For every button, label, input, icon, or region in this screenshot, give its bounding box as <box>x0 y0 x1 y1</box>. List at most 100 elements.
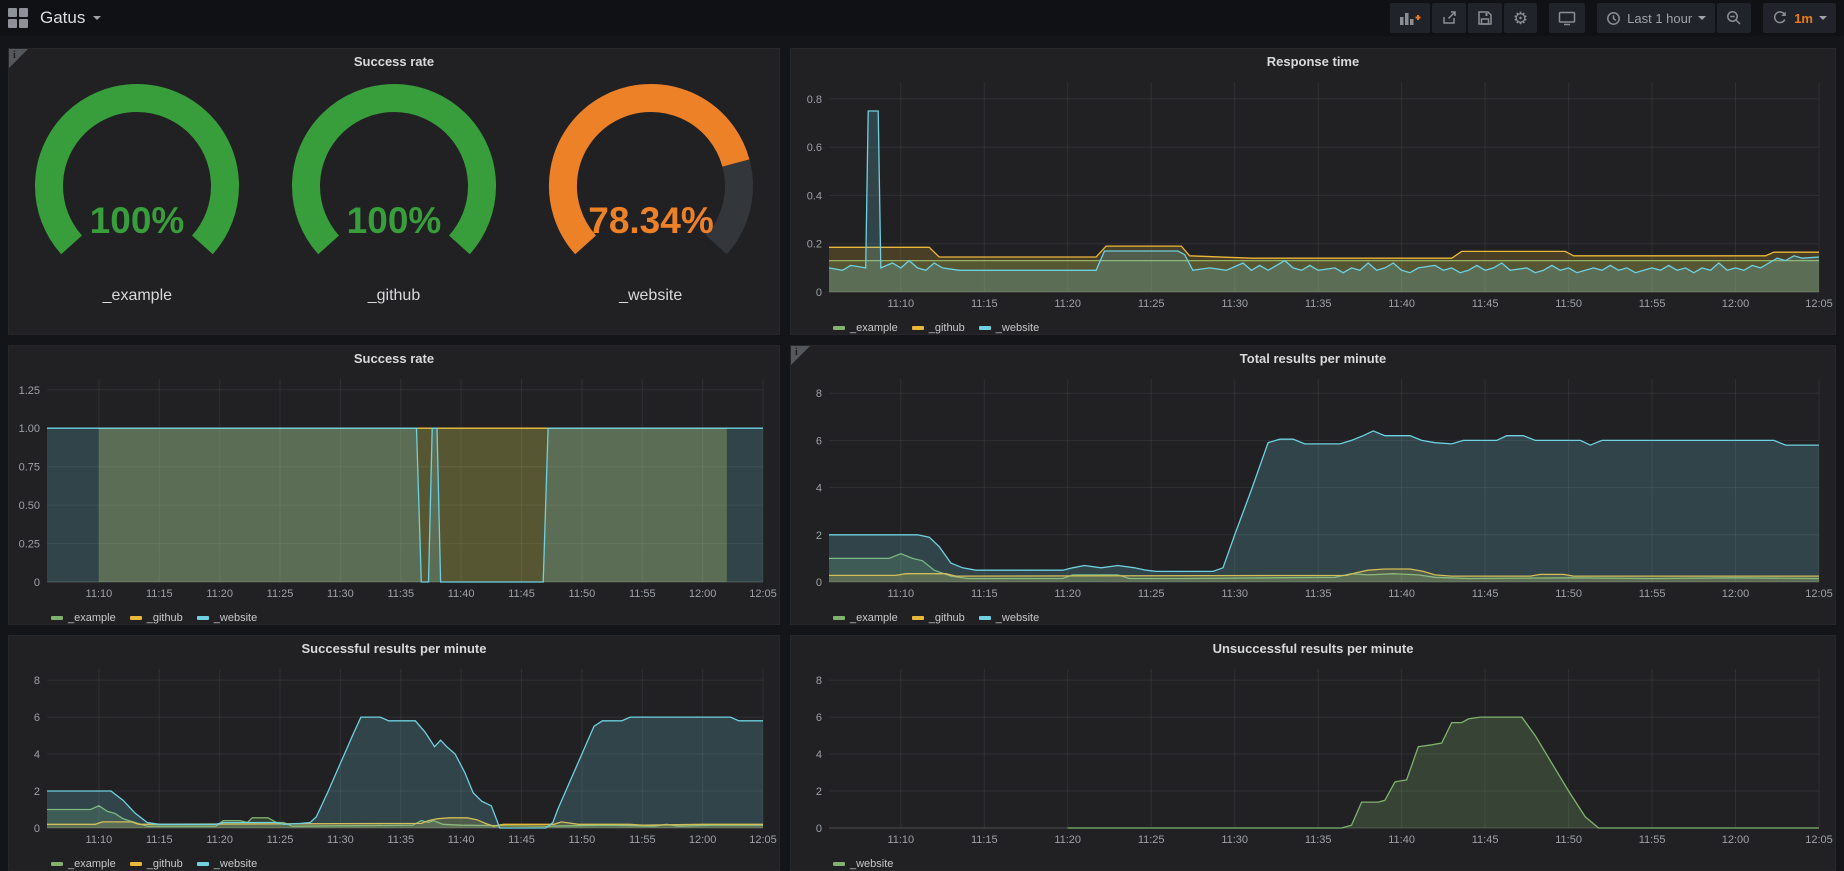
add-panel-icon <box>1399 10 1421 26</box>
legend-item[interactable]: _website <box>979 322 1039 334</box>
legend-item[interactable]: _github <box>130 858 183 870</box>
save-button[interactable] <box>1468 3 1502 33</box>
svg-text:4: 4 <box>816 749 822 761</box>
svg-text:0.50: 0.50 <box>19 500 40 512</box>
legend-item[interactable]: _example <box>51 858 116 870</box>
refresh-icon <box>1772 10 1788 26</box>
legend-item[interactable]: _website <box>197 858 257 870</box>
chart-legend: _example _github _website <box>791 607 1835 625</box>
zoom-out-icon <box>1726 10 1742 26</box>
svg-text:6: 6 <box>34 712 40 724</box>
save-icon <box>1477 10 1493 26</box>
settings-button[interactable]: ⚙ <box>1504 3 1537 33</box>
panel-title[interactable]: Total results per minute <box>791 346 1835 370</box>
gauge-arc: 100% <box>12 81 262 283</box>
gear-icon: ⚙ <box>1513 10 1528 27</box>
svg-text:8: 8 <box>816 388 822 400</box>
legend-item[interactable]: _github <box>912 612 965 624</box>
dashboard-title-dropdown[interactable]: Gatus <box>40 8 101 28</box>
svg-text:11:35: 11:35 <box>1305 298 1332 310</box>
svg-text:11:20: 11:20 <box>206 588 233 600</box>
svg-text:11:40: 11:40 <box>1388 588 1415 600</box>
legend-item[interactable]: _example <box>833 612 898 624</box>
clock-icon <box>1606 11 1621 26</box>
legend-marker <box>912 326 924 330</box>
svg-text:1.25: 1.25 <box>19 385 40 397</box>
panel-title[interactable]: Successful results per minute <box>9 636 779 660</box>
chart-legend: _example _github _website <box>9 607 779 625</box>
chart-legend: _example _github _website <box>9 853 779 871</box>
svg-text:11:20: 11:20 <box>1054 588 1081 600</box>
svg-text:2: 2 <box>816 530 822 542</box>
svg-text:11:40: 11:40 <box>1388 834 1415 846</box>
panel-title[interactable]: Response time <box>791 49 1835 73</box>
svg-text:1.00: 1.00 <box>19 423 40 435</box>
svg-text:11:15: 11:15 <box>146 834 173 846</box>
svg-text:11:50: 11:50 <box>1555 298 1582 310</box>
refresh-button[interactable]: 1m <box>1763 3 1836 33</box>
svg-text:11:15: 11:15 <box>971 834 998 846</box>
svg-text:11:40: 11:40 <box>448 834 475 846</box>
successful-results-chart[interactable]: 0246811:1011:1511:2011:2511:3011:3511:40… <box>9 660 779 853</box>
chart-legend: _example _github _website <box>791 317 1835 335</box>
panel-title[interactable]: Unsuccessful results per minute <box>791 636 1835 660</box>
legend-item[interactable]: _website <box>833 858 893 870</box>
legend-marker <box>979 616 991 620</box>
svg-text:11:30: 11:30 <box>327 588 354 600</box>
svg-text:8: 8 <box>34 675 40 687</box>
panel-title[interactable]: Success rate <box>9 49 779 73</box>
svg-text:0.8: 0.8 <box>807 94 822 106</box>
svg-text:11:25: 11:25 <box>1138 834 1165 846</box>
response-time-chart[interactable]: 00.20.40.60.811:1011:1511:2011:2511:3011… <box>791 73 1835 317</box>
panel-total-results: i Total results per minute 0246811:1011:… <box>790 345 1836 625</box>
svg-text:11:50: 11:50 <box>569 834 596 846</box>
svg-text:11:45: 11:45 <box>508 834 535 846</box>
share-icon <box>1441 10 1457 26</box>
legend-item[interactable]: _github <box>130 612 183 624</box>
svg-text:11:10: 11:10 <box>887 298 914 310</box>
add-panel-button[interactable] <box>1390 3 1430 33</box>
svg-text:11:55: 11:55 <box>629 588 656 600</box>
gauge-label: _example <box>103 287 172 305</box>
svg-text:11:20: 11:20 <box>1054 298 1081 310</box>
svg-text:11:10: 11:10 <box>86 834 113 846</box>
legend-item[interactable]: _example <box>51 612 116 624</box>
dashboard-grid: i Success rate 100%_example100%_github78… <box>0 36 1844 871</box>
svg-text:4: 4 <box>816 483 822 495</box>
legend-item[interactable]: _example <box>833 322 898 334</box>
legend-item[interactable]: _website <box>197 612 257 624</box>
time-range-picker[interactable]: Last 1 hour <box>1597 3 1715 33</box>
svg-text:0: 0 <box>816 577 822 589</box>
gauge-label: _github <box>368 287 421 305</box>
success-rate-chart[interactable]: 00.250.500.751.001.2511:1011:1511:2011:2… <box>9 370 779 607</box>
legend-marker <box>51 616 63 620</box>
cycle-view-mode-button[interactable] <box>1549 3 1585 33</box>
svg-text:11:55: 11:55 <box>1639 834 1666 846</box>
share-button[interactable] <box>1432 3 1466 33</box>
legend-marker <box>833 616 845 620</box>
svg-text:11:10: 11:10 <box>86 588 113 600</box>
svg-text:78.34%: 78.34% <box>588 200 714 241</box>
svg-text:12:05: 12:05 <box>749 588 777 600</box>
zoom-out-button[interactable] <box>1717 3 1751 33</box>
svg-text:12:05: 12:05 <box>749 834 777 846</box>
total-results-chart[interactable]: 0246811:1011:1511:2011:2511:3011:3511:40… <box>791 370 1835 607</box>
legend-item[interactable]: _github <box>912 322 965 334</box>
gauge: 100%_github <box>267 81 521 305</box>
panel-title[interactable]: Success rate <box>9 346 779 370</box>
unsuccessful-results-chart[interactable]: 0246811:1011:1511:2011:2511:3011:3511:40… <box>791 660 1835 853</box>
gauge-arc: 78.34% <box>526 81 776 283</box>
chevron-down-icon <box>1698 16 1706 20</box>
svg-text:4: 4 <box>34 749 40 761</box>
dashboards-menu-icon[interactable] <box>8 8 28 28</box>
tv-monitor-icon <box>1558 10 1576 26</box>
legend-marker <box>833 326 845 330</box>
panel-info-corner-icon[interactable] <box>9 49 28 68</box>
legend-item[interactable]: _website <box>979 612 1039 624</box>
legend-marker <box>912 616 924 620</box>
panel-info-corner-icon[interactable] <box>791 346 810 365</box>
svg-text:12:00: 12:00 <box>1722 834 1750 846</box>
legend-marker <box>979 326 991 330</box>
svg-text:11:25: 11:25 <box>1138 298 1165 310</box>
svg-text:0: 0 <box>34 823 40 835</box>
